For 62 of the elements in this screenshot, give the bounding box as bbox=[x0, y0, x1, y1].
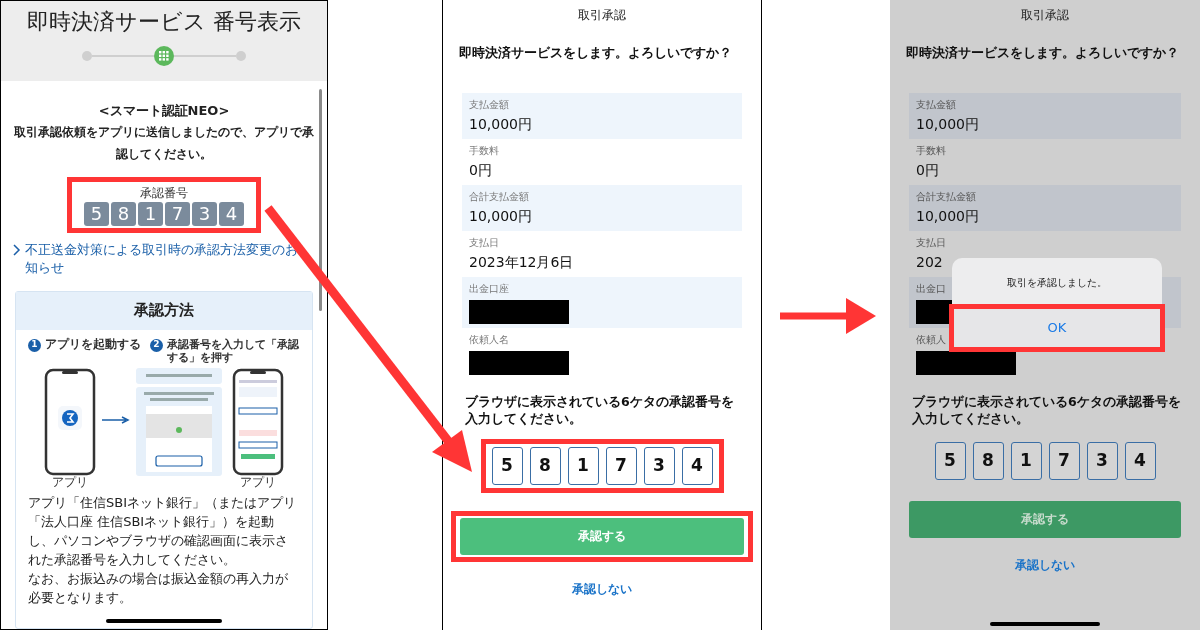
code-input-field[interactable]: 5 bbox=[491, 446, 523, 485]
field-label: 支払金額 bbox=[469, 97, 509, 112]
code-digit: 8 bbox=[111, 201, 136, 226]
code-digit: 1 bbox=[138, 201, 163, 226]
code-input-field[interactable]: 8 bbox=[972, 441, 1004, 480]
field-value: 10,000円 bbox=[469, 206, 532, 226]
instruction-text: ブラウザに表示されている6ケタの承認番号を入力してください。 bbox=[911, 392, 1182, 427]
step-label: アプリを起動する bbox=[45, 337, 141, 351]
code-digit: 3 bbox=[192, 201, 217, 226]
field-label: 支払金額 bbox=[916, 97, 956, 112]
arrow-right-icon bbox=[102, 415, 130, 424]
decline-link[interactable]: 承認しない bbox=[572, 579, 632, 598]
screen-title: 取引承認 bbox=[1020, 7, 1070, 24]
code-input-field[interactable]: 1 bbox=[1010, 441, 1042, 480]
field-label: 手数料 bbox=[469, 143, 499, 158]
field-label: 支払日 bbox=[916, 235, 946, 250]
field-value: 0円 bbox=[469, 160, 492, 180]
question-text: 即時決済サービスをします。よろしいですか？ bbox=[458, 44, 733, 62]
code-input-field[interactable]: 3 bbox=[643, 446, 675, 485]
field-label: 手数料 bbox=[916, 143, 946, 158]
phone-caption: アプリ bbox=[240, 475, 276, 489]
code-input-field[interactable]: 7 bbox=[1048, 441, 1080, 480]
field-label: 依頼人 bbox=[916, 332, 946, 347]
instruction-text: ブラウザに表示されている6ケタの承認番号を入力してください。 bbox=[464, 392, 735, 427]
phone-caption: アプリ bbox=[52, 475, 88, 489]
method-description: アプリ「住信SBIネット銀行」（またはアプリ「法人口座 住信SBIネット銀行」）を起動し、パソコンやブラウザの確認画面に表示された承認番号を入力してください。 bbox=[28, 493, 297, 569]
field-value: 202 bbox=[916, 252, 943, 272]
field-label: 依頼人名 bbox=[469, 332, 509, 347]
field-label: 合計支払金額 bbox=[469, 189, 529, 204]
method-description: なお、お振込みの場合は振込金額の再入力が必要となります。 bbox=[28, 569, 289, 607]
code-digit: 4 bbox=[219, 201, 244, 226]
field-value: 0円 bbox=[916, 160, 939, 180]
field-value: 2023年12月6日 bbox=[469, 252, 574, 272]
field-value: 10,000円 bbox=[916, 206, 979, 226]
screen-title: 即時決済サービス 番号表示 bbox=[27, 8, 301, 36]
chevron-right-icon bbox=[13, 243, 21, 256]
field-label: 出金口 bbox=[916, 281, 946, 296]
step-number: 2 bbox=[150, 338, 163, 352]
code-input-field[interactable]: 4 bbox=[681, 446, 713, 485]
step-number: 1 bbox=[28, 338, 41, 352]
field-label: 出金口座 bbox=[469, 281, 509, 296]
card-title: 承認方法 bbox=[16, 291, 312, 330]
screen-title: 取引承認 bbox=[577, 7, 627, 24]
code-input-field[interactable]: 8 bbox=[529, 446, 561, 485]
step-label: 承認番号を入力して「承認する」を押す bbox=[167, 337, 300, 364]
ok-button[interactable]: OK bbox=[954, 309, 1160, 347]
code-input-field[interactable]: 4 bbox=[1124, 441, 1156, 480]
code-input-field[interactable]: 5 bbox=[934, 441, 966, 480]
heading: <スマート認証NEO> bbox=[98, 102, 230, 120]
code-input-field[interactable]: 3 bbox=[1086, 441, 1118, 480]
field-label: 支払日 bbox=[469, 235, 499, 250]
code-label: 承認番号 bbox=[140, 184, 188, 202]
dialog-message: 取引を承認しました。 bbox=[1006, 276, 1108, 290]
field-value: 10,000円 bbox=[469, 114, 532, 134]
question-text: 即時決済サービスをします。よろしいですか？ bbox=[905, 44, 1180, 62]
field-value: 10,000円 bbox=[916, 114, 979, 134]
field-label: 合計支払金額 bbox=[916, 189, 976, 204]
message-text: 取引承認依頼をアプリに送信しましたので、アプリで承認してください。 bbox=[13, 123, 315, 163]
code-digit: 5 bbox=[84, 201, 109, 226]
code-input-field[interactable]: 1 bbox=[567, 446, 599, 485]
code-input-field[interactable]: 7 bbox=[605, 446, 637, 485]
code-digit: 7 bbox=[165, 201, 190, 226]
